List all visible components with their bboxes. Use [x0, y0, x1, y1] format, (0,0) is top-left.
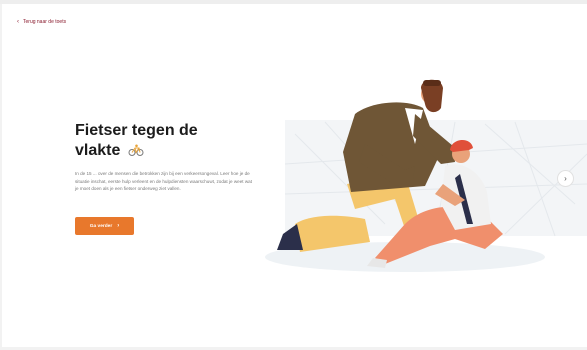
first-aid-cyclist-illustration	[265, 79, 587, 272]
back-link-label: Terug naar de toets	[23, 19, 67, 25]
cyclist-icon	[128, 144, 144, 156]
chevron-right-icon: ›	[564, 174, 567, 183]
continue-button-label: Ga verder	[89, 223, 113, 229]
chevron-left-icon: ‹	[17, 19, 19, 25]
browser-top-strip	[0, 0, 587, 4]
hero-title: Fietser tegen de vlakte	[75, 121, 245, 161]
back-link[interactable]: ‹ Terug naar de toets	[17, 17, 66, 27]
chevron-right-icon: ›	[117, 223, 120, 229]
carousel-next-button[interactable]: ›	[557, 170, 574, 187]
hero-description: In de 15 ... over de mensen die betrokke…	[75, 171, 252, 192]
page-left-edge	[0, 4, 2, 350]
continue-button[interactable]: Ga verder ›	[75, 217, 134, 235]
